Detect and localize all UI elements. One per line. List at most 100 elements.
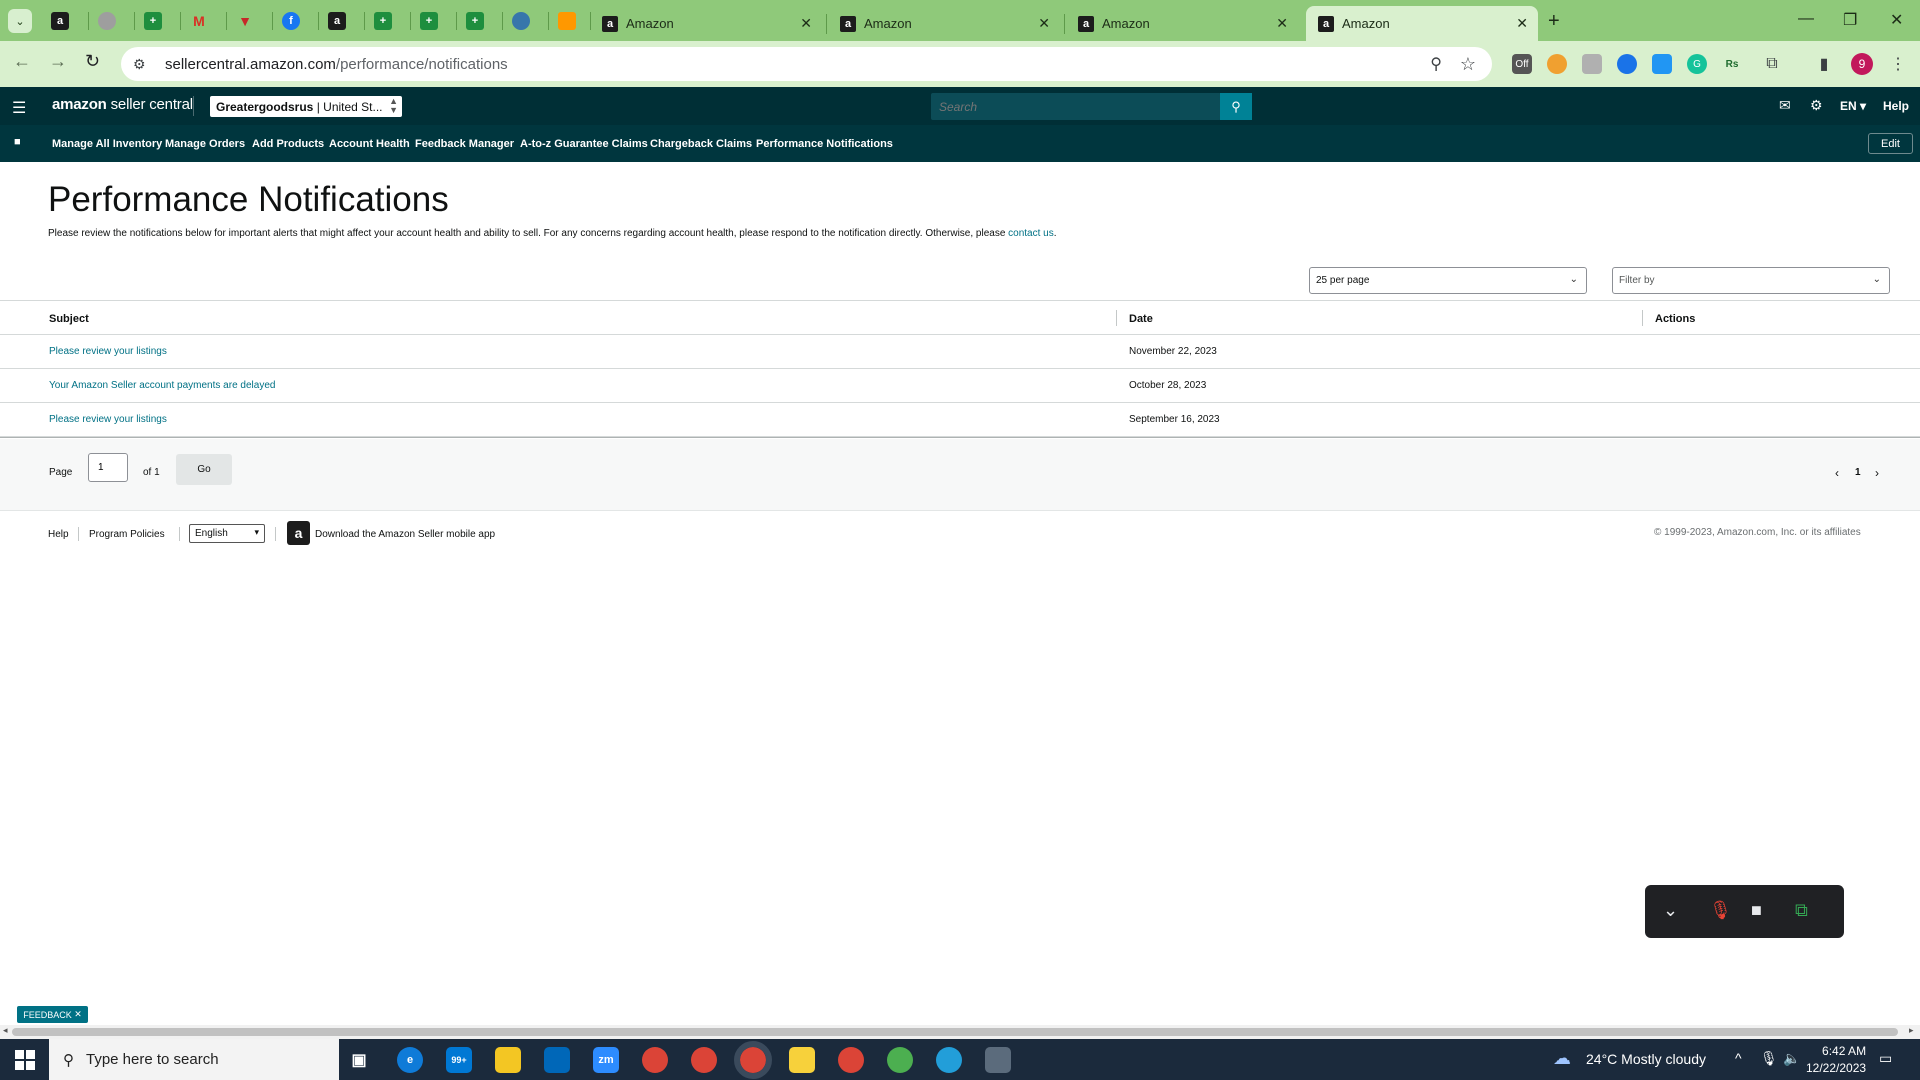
system-clock[interactable]: 6:42 AM 12/22/2023 xyxy=(1806,1043,1866,1077)
scroll-left-icon[interactable]: ◂ xyxy=(3,1025,8,1036)
microsoft-store-icon[interactable] xyxy=(544,1047,570,1073)
notification-subject-link[interactable]: Your Amazon Seller account payments are … xyxy=(49,380,275,391)
extension-rs-icon[interactable]: Rs xyxy=(1722,54,1742,74)
windows-start-icon[interactable] xyxy=(15,1050,35,1070)
restore-window-button[interactable]: ❐ xyxy=(1843,10,1857,30)
calculator-icon[interactable] xyxy=(985,1047,1011,1073)
horizontal-scrollbar[interactable]: ◂ ▸ xyxy=(0,1025,1920,1039)
grammarly-extension-icon[interactable]: G xyxy=(1687,54,1707,74)
pinned-tab-amazon-2[interactable]: a xyxy=(324,8,350,34)
bookmark-star-icon[interactable]: ☆ xyxy=(1460,54,1476,75)
tray-chevron-up-icon[interactable]: ^ xyxy=(1735,1050,1742,1066)
close-tab-icon[interactable]: ✕ xyxy=(1516,15,1528,32)
pinned-tab-globe[interactable] xyxy=(94,8,120,34)
nav-add-products[interactable]: Add Products xyxy=(252,138,324,150)
browser-tab-amazon-1[interactable]: a Amazon ✕ xyxy=(590,6,822,41)
pinned-tab-sheets[interactable]: + xyxy=(140,8,166,34)
pinned-tab-red[interactable]: ▼ xyxy=(232,8,258,34)
reload-button[interactable]: ↻ xyxy=(85,51,100,72)
close-tab-icon[interactable]: ✕ xyxy=(800,15,812,32)
zoom-icon[interactable]: ⚲ xyxy=(1430,54,1442,74)
edit-nav-button[interactable]: Edit xyxy=(1868,133,1913,154)
pinned-tab-sheets-4[interactable]: + xyxy=(462,8,488,34)
edge-browser-icon[interactable]: e xyxy=(397,1047,423,1073)
extension-orange-icon[interactable] xyxy=(1547,54,1567,74)
previous-page-chevron-icon[interactable]: ‹ xyxy=(1835,466,1839,480)
extensions-puzzle-icon[interactable]: ⧉ xyxy=(1762,54,1782,74)
microphone-icon[interactable]: 🎙 xyxy=(1760,1050,1778,1067)
new-tab-button[interactable]: + xyxy=(1548,10,1560,33)
chrome-profile-1-icon[interactable] xyxy=(642,1047,668,1073)
page-number-input[interactable] xyxy=(88,453,128,482)
weather-text[interactable]: 24°C Mostly cloudy xyxy=(1586,1051,1706,1067)
subject-column-header[interactable]: Subject xyxy=(49,313,89,325)
task-view-icon[interactable]: ▣ xyxy=(346,1047,372,1073)
browser-tab-amazon-active[interactable]: a Amazon ✕ xyxy=(1306,6,1538,41)
extension-zoom-icon[interactable] xyxy=(1652,54,1672,74)
profile-avatar[interactable]: 9 xyxy=(1851,53,1873,75)
nav-manage-orders[interactable]: Manage Orders xyxy=(165,138,245,150)
pinned-tab-sheets-3[interactable]: + xyxy=(416,8,442,34)
extension-blue-icon[interactable] xyxy=(1617,54,1637,74)
per-page-select[interactable]: 25 per page ⌄ xyxy=(1309,267,1587,294)
chrome-profile-2-icon[interactable] xyxy=(691,1047,717,1073)
nav-a-to-z-claims[interactable]: A-to-z Guarantee Claims xyxy=(520,138,648,150)
pinned-tab-gmail[interactable]: M xyxy=(186,8,212,34)
scroll-right-icon[interactable]: ▸ xyxy=(1909,1025,1914,1036)
seller-central-logo[interactable]: amazon seller central xyxy=(52,96,193,113)
telegram-icon[interactable] xyxy=(936,1047,962,1073)
filter-by-select[interactable]: Filter by ⌄ xyxy=(1612,267,1890,294)
chrome-active-icon[interactable] xyxy=(734,1041,772,1079)
browser-tab-amazon-2[interactable]: a Amazon ✕ xyxy=(828,6,1060,41)
date-column-header[interactable]: Date xyxy=(1129,313,1153,325)
chevron-down-icon[interactable]: ⌄ xyxy=(1663,900,1678,921)
nav-feedback-manager[interactable]: Feedback Manager xyxy=(415,138,514,150)
scrollbar-thumb[interactable] xyxy=(12,1028,1898,1036)
chrome-profile-4-icon[interactable] xyxy=(887,1047,913,1073)
go-button[interactable]: Go xyxy=(176,454,232,485)
footer-help-link[interactable]: Help xyxy=(48,529,69,540)
browser-menu-icon[interactable]: ⋮ xyxy=(1888,54,1908,74)
close-window-button[interactable]: ✕ xyxy=(1890,10,1903,30)
language-selector[interactable]: EN ▾ xyxy=(1840,99,1866,113)
notification-subject-link[interactable]: Please review your listings xyxy=(49,346,167,357)
tab-search-chevron-icon[interactable]: ⌄ xyxy=(8,9,32,33)
address-bar[interactable]: ⚙ sellercentral.amazon.com/performance/n… xyxy=(121,47,1492,81)
extension-off-icon[interactable]: Off xyxy=(1512,54,1532,74)
mail-app-icon[interactable]: 99+ xyxy=(446,1047,472,1073)
taskbar-search[interactable]: ⚲ Type here to search xyxy=(49,1039,339,1080)
search-button[interactable]: ⚲ xyxy=(1220,93,1252,120)
weather-cloud-icon[interactable]: ☁ xyxy=(1553,1048,1571,1069)
side-panel-icon[interactable]: ▮ xyxy=(1814,54,1834,74)
zoom-app-icon[interactable]: zm xyxy=(593,1047,619,1073)
camera-icon[interactable]: ■ xyxy=(1751,900,1762,921)
browser-tab-amazon-3[interactable]: a Amazon ✕ xyxy=(1066,6,1298,41)
bookmark-icon[interactable]: ■ xyxy=(14,136,21,148)
speaker-icon[interactable]: 🔈 xyxy=(1783,1050,1800,1067)
program-policies-link[interactable]: Program Policies xyxy=(89,529,165,540)
nav-performance-notifications[interactable]: Performance Notifications xyxy=(756,138,893,150)
close-icon[interactable]: ✕ xyxy=(74,1009,82,1020)
pinned-tab-amazon[interactable]: a xyxy=(47,8,73,34)
pinned-tab-sheets-2[interactable]: + xyxy=(370,8,396,34)
footer-language-select[interactable]: English ▾ xyxy=(189,524,265,543)
sticky-notes-icon[interactable] xyxy=(789,1047,815,1073)
help-link[interactable]: Help xyxy=(1883,99,1909,113)
close-tab-icon[interactable]: ✕ xyxy=(1038,15,1050,32)
open-external-icon[interactable]: ⧉ xyxy=(1795,900,1808,921)
nav-chargeback-claims[interactable]: Chargeback Claims xyxy=(650,138,752,150)
microphone-muted-icon[interactable]: 🎙 xyxy=(1709,900,1732,921)
amazon-seller-app-icon[interactable]: a xyxy=(287,521,310,545)
nav-account-health[interactable]: Account Health xyxy=(329,138,410,150)
next-page-chevron-icon[interactable]: › xyxy=(1875,466,1879,480)
feedback-tab[interactable]: FEEDBACK ✕ xyxy=(17,1006,88,1023)
notifications-icon[interactable]: ▭ xyxy=(1879,1050,1892,1067)
account-switcher[interactable]: Greatergoodsrus | United St... ▲ ▼ xyxy=(210,96,402,117)
search-input[interactable] xyxy=(931,93,1219,120)
hamburger-menu-icon[interactable]: ☰ xyxy=(12,98,26,118)
back-button[interactable]: ← xyxy=(13,51,31,72)
pinned-tab-python[interactable] xyxy=(508,8,534,34)
pinned-tab-facebook[interactable]: f xyxy=(278,8,304,34)
forward-button[interactable]: → xyxy=(49,51,67,72)
current-page-number[interactable]: 1 xyxy=(1855,467,1861,478)
